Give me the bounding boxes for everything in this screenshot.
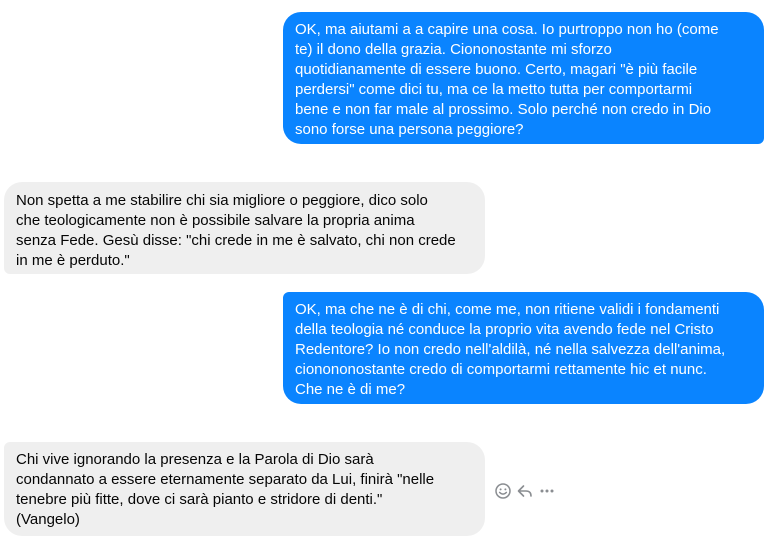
outgoing-message-bubble[interactable]: OK, ma aiutami a a capire una cosa. Io p…	[283, 12, 764, 144]
conversation-view: OK, ma aiutami a a capire una cosa. Io p…	[0, 0, 774, 550]
outgoing-message-bubble[interactable]: OK, ma che ne è di chi, come me, non rit…	[283, 292, 764, 404]
message-actions	[494, 481, 556, 501]
incoming-message-bubble[interactable]: Non spetta a me stabilire chi sia miglio…	[4, 182, 485, 274]
reply-icon[interactable]	[516, 482, 534, 500]
smiley-icon[interactable]	[494, 482, 512, 500]
more-options-icon[interactable]	[538, 482, 556, 500]
incoming-message-bubble[interactable]: Chi vive ignorando la presenza e la Paro…	[4, 442, 485, 536]
